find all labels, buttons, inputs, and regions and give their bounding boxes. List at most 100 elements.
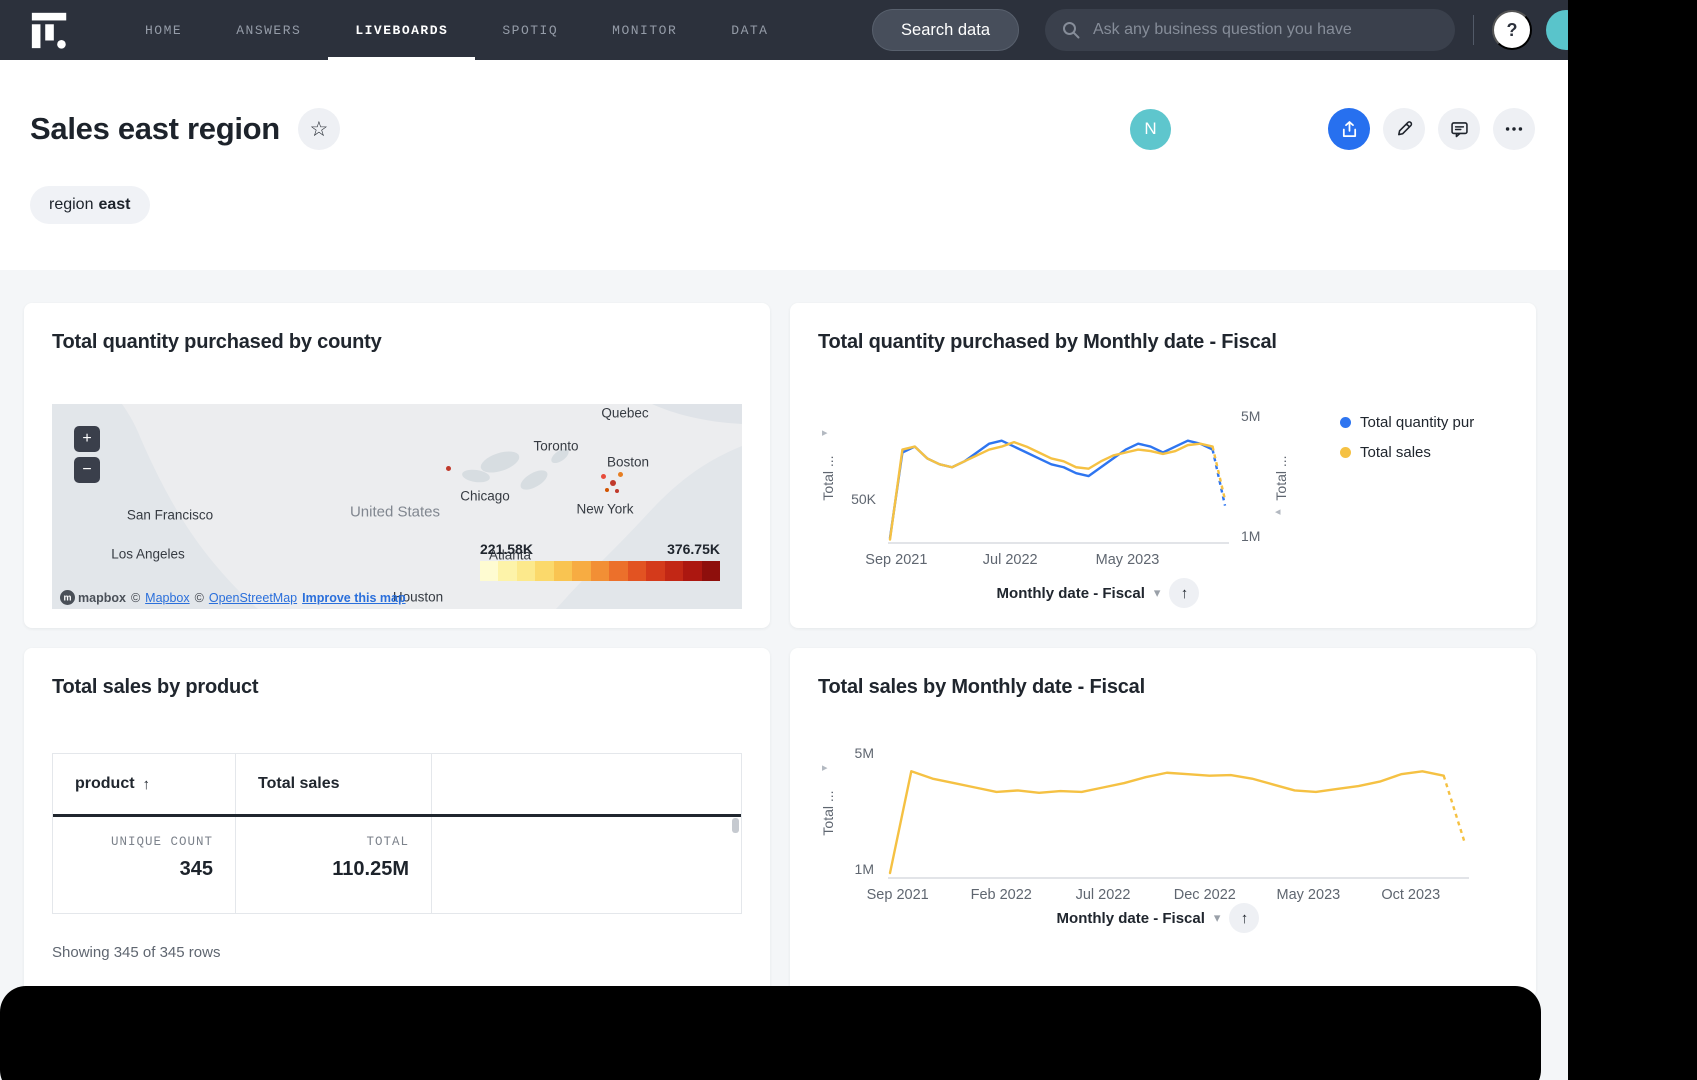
filter-chip-region[interactable]: region east	[30, 186, 150, 224]
summary-cell-empty	[432, 817, 741, 913]
left-axis-tick: 5M	[855, 745, 874, 761]
comments-button[interactable]	[1438, 108, 1480, 150]
mapbox-logo-icon: m	[60, 590, 75, 605]
left-axis: ▸ Total ...	[818, 412, 838, 544]
geo-map[interactable]: QuebecTorontoBostonChicagoUnited StatesN…	[52, 404, 742, 609]
column-header-product[interactable]: product ↑	[53, 754, 236, 814]
nav-item-answers[interactable]: ANSWERS	[209, 0, 328, 60]
right-axis-tick: 5M	[1241, 408, 1260, 424]
share-icon	[1339, 119, 1360, 140]
nav-item-home[interactable]: HOME	[118, 0, 209, 60]
axis-pan-right-icon[interactable]: ▸	[822, 426, 828, 439]
left-axis-title: Total ...	[820, 455, 836, 500]
nav-items: HOME ANSWERS LIVEBOARDS SPOTIQ MONITOR D…	[118, 0, 795, 60]
summary-value: 110.25M	[236, 858, 409, 881]
nav-item-liveboards[interactable]: LIVEBOARDS	[328, 0, 475, 60]
search-icon	[1061, 20, 1081, 40]
arrow-up-icon: ↑	[1181, 585, 1189, 602]
right-axis: Total ... ◂	[1271, 412, 1291, 544]
card-title: Total sales by Monthly date - Fiscal	[818, 676, 1508, 699]
mapbox-wordmark: mapbox	[78, 591, 126, 605]
x-tick: May 2023	[1277, 887, 1341, 903]
legend-label: Total sales	[1360, 444, 1431, 461]
card-title: Total quantity purchased by county	[52, 331, 742, 354]
nav-item-spotiq[interactable]: SPOTIQ	[475, 0, 585, 60]
x-tick: Feb 2022	[971, 887, 1032, 903]
map-data-point	[618, 472, 623, 477]
improve-map-link[interactable]: Improve this map	[302, 591, 406, 605]
summary-label: TOTAL	[236, 835, 409, 849]
chart-plot-area[interactable]	[886, 412, 1231, 544]
left-axis: ▸ Total ...	[818, 747, 838, 879]
ask-question-input[interactable]	[1091, 20, 1439, 40]
help-button[interactable]: ?	[1492, 10, 1532, 50]
header-actions: N	[1130, 108, 1535, 150]
legend-label: Total quantity pur	[1360, 414, 1474, 431]
legend-item[interactable]: Total quantity pur	[1340, 414, 1508, 431]
mapbox-brand[interactable]: m mapbox	[60, 590, 126, 605]
map-label: New York	[576, 502, 633, 517]
x-tick: Sep 2021	[867, 887, 929, 903]
zoom-in-button[interactable]: +	[74, 426, 100, 452]
summary-cell-total: TOTAL 110.25M	[236, 817, 432, 913]
chart-legend: Total quantity pur Total sales	[1340, 412, 1508, 544]
summary-cell-unique-count: UNIQUE COUNT 345	[53, 817, 236, 913]
map-data-point	[615, 489, 619, 493]
filter-chip-label: region	[49, 196, 93, 214]
mapbox-link[interactable]: Mapbox	[145, 591, 189, 605]
thoughtspot-logo-icon[interactable]	[28, 9, 72, 51]
app-window: HOME ANSWERS LIVEBOARDS SPOTIQ MONITOR D…	[0, 0, 1568, 1080]
map-attribution: m mapbox © Mapbox © OpenStreetMap Improv…	[60, 590, 406, 605]
x-tick: May 2023	[1096, 552, 1160, 568]
more-options-button[interactable]	[1493, 108, 1535, 150]
legend-dot-blue	[1340, 417, 1351, 428]
openstreetmap-link[interactable]: OpenStreetMap	[209, 591, 297, 605]
card-sales-by-month: Total sales by Monthly date - Fiscal ▸ T…	[790, 648, 1536, 998]
sort-asc-icon: ↑	[143, 776, 151, 793]
x-tick: Dec 2022	[1174, 887, 1236, 903]
pencil-icon	[1394, 119, 1415, 140]
map-data-point	[601, 474, 606, 479]
map-label: Los Angeles	[111, 547, 185, 562]
axis-pan-right-icon[interactable]: ▸	[822, 761, 828, 774]
zoom-out-button[interactable]: −	[74, 457, 100, 483]
data-table: product ↑ Total sales UNIQUE COUNT 345 T…	[52, 753, 742, 914]
left-axis-tick: 1M	[855, 861, 874, 877]
ask-question-searchbar[interactable]	[1045, 9, 1455, 51]
nav-item-data[interactable]: DATA	[704, 0, 795, 60]
map-data-point	[446, 466, 451, 471]
favorite-star-button[interactable]: ☆	[298, 108, 340, 150]
star-icon: ☆	[310, 117, 329, 142]
nav-item-monitor[interactable]: MONITOR	[585, 0, 704, 60]
card-sales-by-product: Total sales by product product ↑ Total s…	[24, 648, 770, 998]
x-axis-label[interactable]: Monthly date - Fiscal	[1057, 910, 1205, 927]
legend-min-value: 221.58K	[480, 541, 533, 557]
map-zoom-control: + −	[74, 426, 100, 483]
legend-gradient-bar	[480, 561, 720, 581]
sort-direction-button[interactable]: ↑	[1169, 578, 1199, 608]
map-label: United States	[350, 504, 440, 521]
comment-icon	[1449, 119, 1470, 140]
edit-button[interactable]	[1383, 108, 1425, 150]
sort-direction-button[interactable]: ↑	[1229, 903, 1259, 933]
rows-count-info: Showing 345 of 345 rows	[52, 944, 742, 961]
table-header-row: product ↑ Total sales	[53, 754, 741, 817]
summary-label: UNIQUE COUNT	[53, 835, 213, 849]
nav-divider	[1473, 15, 1474, 45]
search-data-button[interactable]: Search data	[872, 9, 1019, 51]
column-label: product	[75, 775, 135, 793]
column-header-total-sales[interactable]: Total sales	[236, 754, 432, 814]
share-button[interactable]	[1328, 108, 1370, 150]
chart-plot-area[interactable]	[886, 747, 1471, 879]
legend-item[interactable]: Total sales	[1340, 444, 1508, 461]
chevron-down-icon[interactable]: ▾	[1214, 910, 1221, 926]
right-axis-ticks: 5M 1M	[1231, 412, 1271, 544]
map-label: Toronto	[533, 439, 578, 454]
copyright-symbol: ©	[195, 591, 204, 605]
author-avatar[interactable]: N	[1130, 109, 1171, 150]
x-axis-label[interactable]: Monthly date - Fiscal	[997, 585, 1145, 602]
chevron-down-icon[interactable]: ▾	[1154, 585, 1161, 601]
user-avatar[interactable]	[1546, 10, 1568, 50]
axis-pan-left-icon[interactable]: ◂	[1275, 505, 1281, 518]
table-scrollbar[interactable]	[732, 818, 739, 833]
